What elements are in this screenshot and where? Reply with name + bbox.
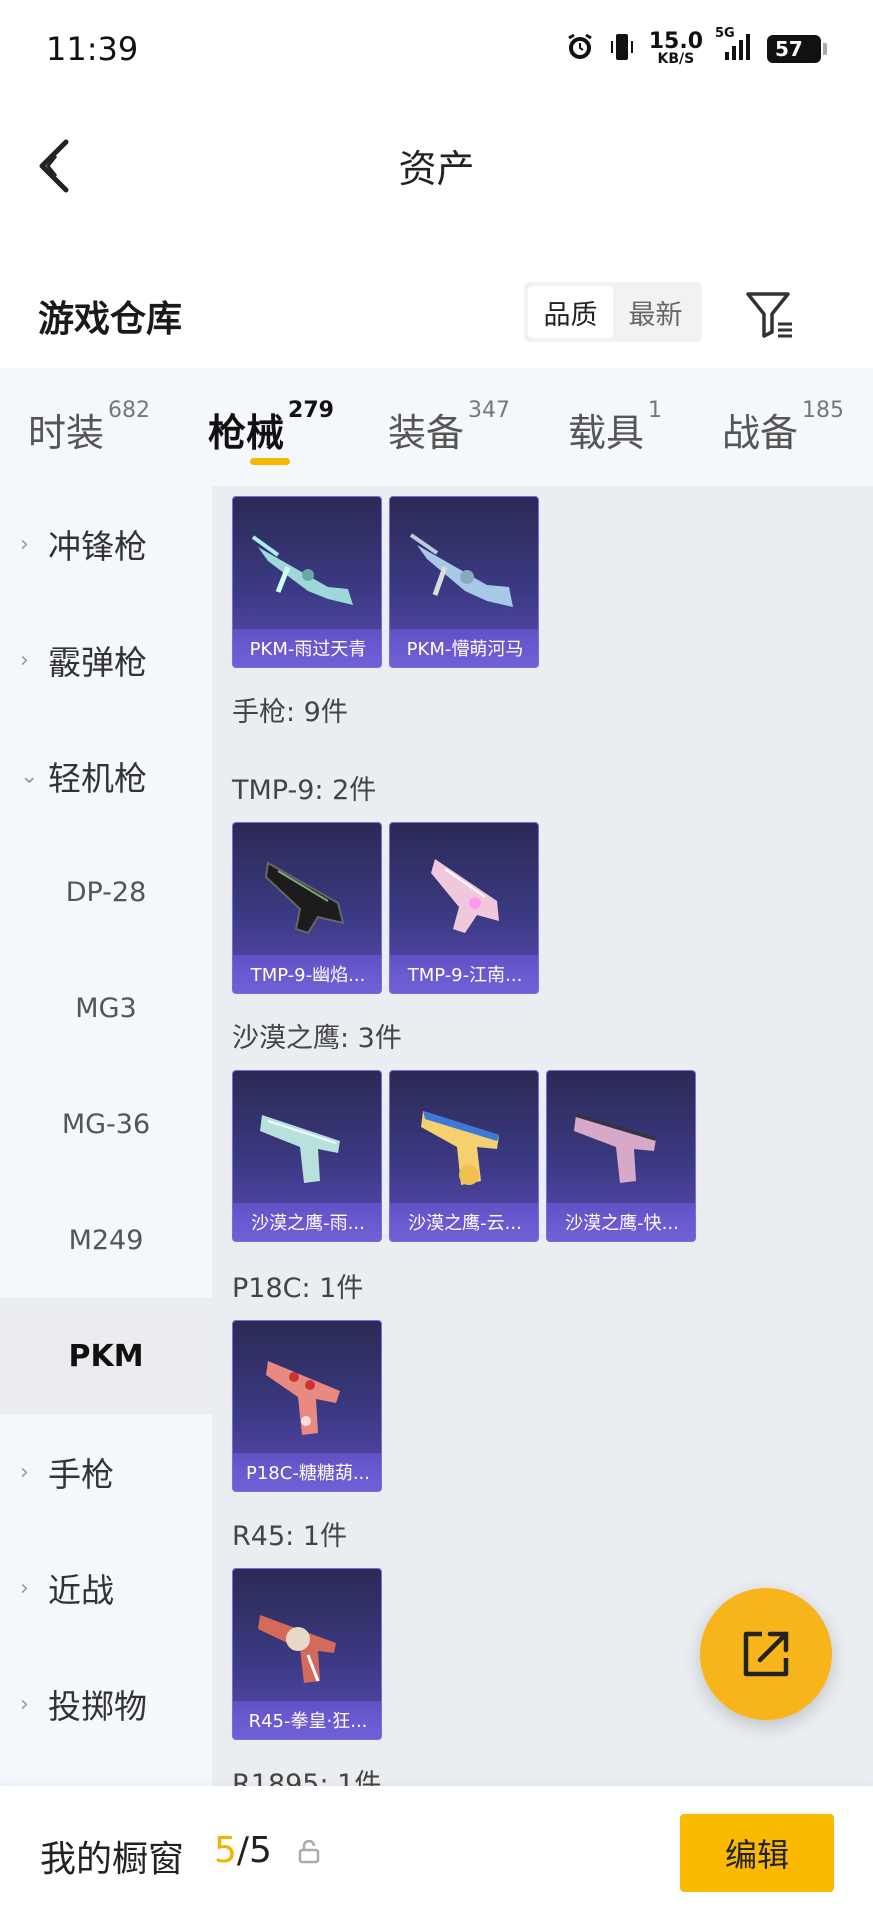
item-card[interactable]: P18C-糖糖葫...: [232, 1320, 382, 1492]
chevron-right-icon: ›: [20, 1575, 29, 1601]
lmg-skin-icon: [409, 533, 513, 607]
tab-supplies[interactable]: 战备185: [722, 398, 844, 457]
chevron-right-icon: ›: [20, 531, 29, 557]
weapon-category-sidebar: › 冲锋枪 › 霰弹枪 ⌄ 轻机枪 DP-28 MG3 MG-36 M249 PKM …: [0, 486, 212, 1786]
sidebar-item-smg[interactable]: › 冲锋枪: [0, 486, 212, 602]
sort-toggle: 品质 最新: [524, 282, 702, 342]
category-tabs: 时装682 枪械279 装备347 载具1 战备185: [0, 368, 873, 486]
smg-skin-icon: [264, 861, 345, 935]
lmg-skin-icon: [251, 535, 353, 605]
section-label-r45: R45: 1件: [232, 1521, 347, 1552]
item-card[interactable]: 沙漠之鹰-快...: [546, 1070, 696, 1242]
signal-icon: 5G: [715, 26, 753, 66]
pistol-skin-icon: [574, 1113, 657, 1183]
status-icons: 15.0 KB/S 5G 57: [565, 26, 827, 67]
status-bar: 11:39 15.0 KB/S 5G 57: [0, 0, 873, 100]
sidebar-item-pistol[interactable]: › 手枪: [0, 1414, 212, 1530]
tab-fashion[interactable]: 时装682: [28, 398, 150, 457]
item-card[interactable]: TMP-9-江南...: [389, 822, 539, 994]
item-card[interactable]: 沙漠之鹰-雨...: [232, 1070, 382, 1242]
item-card[interactable]: PKM-懵萌河马: [389, 496, 539, 668]
item-card[interactable]: R45-拳皇·狂...: [232, 1568, 382, 1740]
tab-vehicles[interactable]: 载具1: [568, 398, 662, 457]
alarm-icon: [565, 32, 595, 66]
item-card[interactable]: TMP-9-幽焰...: [232, 822, 382, 994]
sort-newest-option[interactable]: 最新: [613, 286, 698, 338]
section-label-r1895: R1895: 1件: [232, 1769, 382, 1786]
pistol-skin-icon: [260, 1115, 340, 1183]
share-icon: [743, 1631, 789, 1677]
battery-indicator: 57: [767, 35, 827, 63]
chevron-right-icon: ›: [20, 1691, 29, 1717]
active-tab-indicator: [250, 458, 290, 465]
warehouse-header: 游戏仓库 品质 最新: [0, 268, 873, 358]
tab-equipment[interactable]: 装备347: [388, 398, 510, 457]
sidebar-item-m249[interactable]: M249: [0, 1182, 212, 1298]
sidebar-item-mg3[interactable]: MG3: [0, 950, 212, 1066]
sidebar-item-throwable[interactable]: › 投掷物: [0, 1646, 212, 1762]
nav-bar: 资产: [0, 110, 873, 220]
vibrate-icon: [609, 32, 635, 66]
pistol-skin-icon: [266, 1361, 340, 1435]
sort-quality-option[interactable]: 品质: [528, 286, 613, 338]
showcase-bar: 我的橱窗 5/5 编辑: [0, 1786, 873, 1920]
sidebar-item-dp28[interactable]: DP-28: [0, 834, 212, 950]
section-label-tmp9: TMP-9: 2件: [232, 775, 377, 806]
showcase-count: 5/5: [214, 1830, 272, 1871]
chevron-down-icon: ⌄: [20, 763, 39, 789]
sidebar-item-pkm[interactable]: PKM: [0, 1298, 212, 1414]
chevron-right-icon: ›: [20, 1459, 29, 1485]
warehouse-title: 游戏仓库: [38, 299, 183, 340]
section-label-pistol: 手枪: 9件: [232, 697, 348, 728]
net-speed: 15.0 KB/S: [648, 29, 703, 67]
page-title: 资产: [398, 147, 475, 191]
chevron-right-icon: ›: [20, 647, 29, 673]
showcase-title: 我的橱窗: [40, 1839, 185, 1880]
share-button[interactable]: [700, 1588, 832, 1720]
section-label-p18c: P18C: 1件: [232, 1273, 364, 1304]
sidebar-item-shotgun[interactable]: › 霰弹枪: [0, 602, 212, 718]
item-card[interactable]: PKM-雨过天青: [232, 496, 382, 668]
status-time: 11:39: [46, 30, 139, 68]
item-card[interactable]: 沙漠之鹰-云...: [389, 1070, 539, 1242]
sidebar-item-melee[interactable]: › 近战: [0, 1530, 212, 1646]
sidebar-item-mg36[interactable]: MG-36: [0, 1066, 212, 1182]
edit-button[interactable]: 编辑: [680, 1814, 834, 1892]
lock-icon: [298, 1839, 320, 1868]
filter-icon: [746, 292, 792, 338]
filter-button[interactable]: [744, 288, 796, 340]
section-label-desert-eagle: 沙漠之鹰: 3件: [232, 1023, 402, 1054]
tab-firearms[interactable]: 枪械279: [208, 398, 334, 457]
sidebar-item-lmg[interactable]: ⌄ 轻机枪: [0, 718, 212, 834]
pistol-skin-icon: [421, 1111, 499, 1185]
revolver-skin-icon: [258, 1615, 336, 1683]
smg-skin-icon: [431, 859, 499, 933]
